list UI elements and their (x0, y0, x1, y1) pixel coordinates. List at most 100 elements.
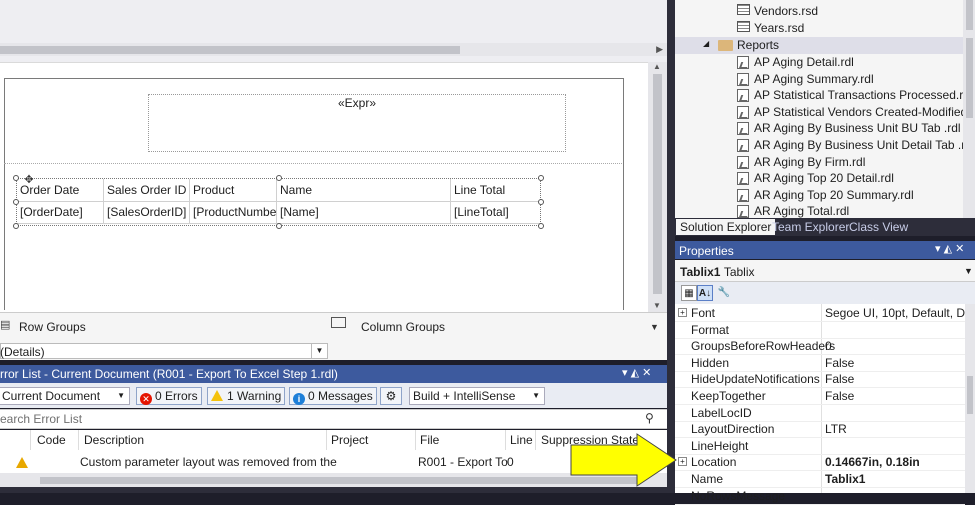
build-filter-select[interactable]: Build + IntelliSense ▼ (409, 387, 545, 405)
details-group-label[interactable]: (Details) (0, 345, 45, 359)
tree-item-report[interactable]: AP Aging Detail.rdl (754, 55, 854, 69)
error-file[interactable]: R001 - Export To (418, 455, 508, 469)
property-name: Hidden (691, 355, 730, 370)
column-separator[interactable] (30, 430, 31, 450)
property-name: NoRowsMessage (691, 488, 786, 503)
tree-item-report[interactable]: AR Aging By Business Unit BU Tab .rdl (754, 121, 961, 135)
tree-item-report[interactable]: AR Aging By Business Unit Detail Tab .rd… (754, 138, 975, 152)
tree-item-reports-folder[interactable]: Reports (737, 38, 779, 52)
tree-item-report[interactable]: AR Aging Top 20 Summary.rdl (754, 188, 914, 202)
error-description[interactable]: Custom parameter layout was removed from… (80, 455, 337, 469)
error-search-input[interactable] (0, 409, 667, 429)
error-list-horizontal-scrollbar[interactable] (0, 473, 667, 487)
categorized-icon[interactable]: ▦ (681, 285, 697, 301)
tablix-header-cell[interactable]: Line Total (450, 179, 540, 201)
tree-item-report[interactable]: AP Statistical Transactions Processed.rd… (754, 88, 973, 102)
search-icon[interactable]: ⚲ (645, 411, 654, 425)
resize-handle[interactable] (276, 175, 282, 181)
messages-filter-button[interactable]: i0 Messages (289, 387, 377, 405)
details-dropdown-icon[interactable]: ▼ (311, 344, 327, 358)
scroll-thumb[interactable] (967, 376, 973, 414)
col-header-project[interactable]: Project (331, 433, 368, 447)
tree-item-report[interactable]: AR Aging Top 20 Detail.rdl (754, 171, 894, 185)
wrench-icon[interactable]: 🔧 (716, 285, 732, 301)
tablix-header-cell[interactable]: Product (189, 179, 276, 201)
filter-icon[interactable]: ⚙ (380, 387, 402, 405)
chevron-down-icon[interactable]: ▼ (964, 266, 973, 276)
tab-solution-explorer[interactable]: Solution Explorer (676, 219, 776, 235)
tree-item-report[interactable]: AR Aging Total.rdl (754, 204, 849, 218)
expand-arrow-icon[interactable]: ◢ (703, 39, 709, 48)
tab-team-explorer[interactable]: Team Explorer (768, 219, 853, 235)
solution-explorer-scrollbar[interactable] (963, 0, 975, 218)
chevron-down-icon[interactable]: ▼ (650, 322, 659, 332)
tree-item-dataset[interactable]: Vendors.rsd (754, 4, 818, 18)
error-line[interactable]: 0 (507, 455, 514, 469)
scroll-thumb[interactable] (653, 74, 662, 294)
tablix-data-cell[interactable]: [LineTotal] (450, 201, 540, 223)
column-separator[interactable] (78, 430, 79, 450)
resize-handle[interactable] (538, 199, 544, 205)
designer-vertical-scrollbar[interactable]: ▲ ▼ (648, 62, 667, 312)
scroll-thumb[interactable] (0, 46, 460, 54)
column-separator[interactable] (415, 430, 416, 450)
designer-horizontal-scrollbar[interactable]: ▶ (0, 43, 667, 56)
property-value[interactable]: LTR (825, 422, 967, 436)
column-separator[interactable] (326, 430, 327, 450)
property-value[interactable]: Segoe UI, 10pt, Default, Defau (825, 306, 967, 320)
property-value[interactable]: 0 (825, 339, 967, 353)
panel-splitter[interactable] (667, 0, 675, 493)
resize-handle[interactable] (538, 175, 544, 181)
col-header-line[interactable]: Line (510, 433, 533, 447)
tablix-data-cell[interactable]: [OrderDate] (16, 201, 103, 223)
scroll-right-arrow-icon[interactable]: ▶ (656, 44, 663, 55)
warnings-filter-button[interactable]: 1 Warning (207, 387, 286, 405)
resize-handle[interactable] (13, 223, 19, 229)
resize-handle[interactable] (538, 223, 544, 229)
row-groups-label: Row Groups (19, 320, 86, 334)
tree-item-report[interactable]: AP Statistical Vendors Created-Modified.… (754, 105, 975, 119)
tablix-header-cell[interactable]: Name (276, 179, 450, 201)
expand-plus-icon[interactable]: + (678, 308, 687, 317)
properties-scrollbar[interactable] (965, 304, 975, 493)
column-separator[interactable] (505, 430, 506, 450)
scroll-down-arrow-icon[interactable]: ▼ (653, 301, 661, 310)
col-header-description[interactable]: Description (84, 433, 144, 447)
tab-class-view[interactable]: Class View (845, 219, 912, 235)
property-value[interactable]: 0.14667in, 0.18in (825, 455, 967, 469)
details-group-row[interactable] (0, 343, 328, 359)
resize-handle[interactable] (276, 223, 282, 229)
errors-filter-button[interactable]: ✕ 0 Errors (136, 387, 202, 405)
expand-plus-icon[interactable]: + (678, 457, 687, 467)
resize-handle[interactable] (13, 175, 19, 181)
property-value[interactable]: False (825, 372, 967, 386)
tablix-data-cell[interactable]: [Name] (276, 201, 450, 223)
pin-close-icons[interactable]: ▾ ◭ ✕ (622, 366, 651, 379)
resize-handle[interactable] (13, 199, 19, 205)
property-value[interactable]: False (825, 356, 967, 370)
tablix-data-cell[interactable]: [SalesOrderID] (103, 201, 189, 223)
move-handle-icon[interactable]: ✥ (23, 175, 35, 187)
col-header-file[interactable]: File (420, 433, 439, 447)
property-value[interactable]: Tablix1 (825, 472, 967, 486)
scroll-thumb[interactable] (40, 477, 638, 484)
tree-item-report[interactable]: AP Aging Summary.rdl (754, 72, 874, 86)
column-separator[interactable] (535, 430, 536, 450)
scope-select[interactable]: Current Document ▼ (0, 387, 130, 405)
scroll-thumb[interactable] (966, 0, 973, 30)
tablix-data-cell[interactable]: [ProductNumbe (189, 201, 276, 223)
col-header-code[interactable]: Code (37, 433, 66, 447)
scroll-up-arrow-icon[interactable]: ▲ (653, 62, 661, 71)
property-name: Name (691, 472, 724, 486)
pin-close-icons[interactable]: ▾ ◭ ✕ (935, 242, 964, 255)
object-type: Tablix (723, 265, 755, 279)
tree-item-dataset[interactable]: Years.rsd (754, 21, 804, 35)
tablix-header-cell[interactable]: Sales Order ID (103, 179, 189, 201)
tree-item-report[interactable]: AR Aging By Firm.rdl (754, 155, 865, 169)
dataset-icon (737, 4, 750, 15)
report-file-icon (737, 72, 749, 86)
property-value[interactable]: False (825, 389, 967, 403)
alphabetical-icon[interactable]: A↓ (697, 285, 713, 301)
scroll-thumb[interactable] (966, 38, 973, 118)
property-name: GroupsBeforeRowHeaders (691, 339, 836, 354)
